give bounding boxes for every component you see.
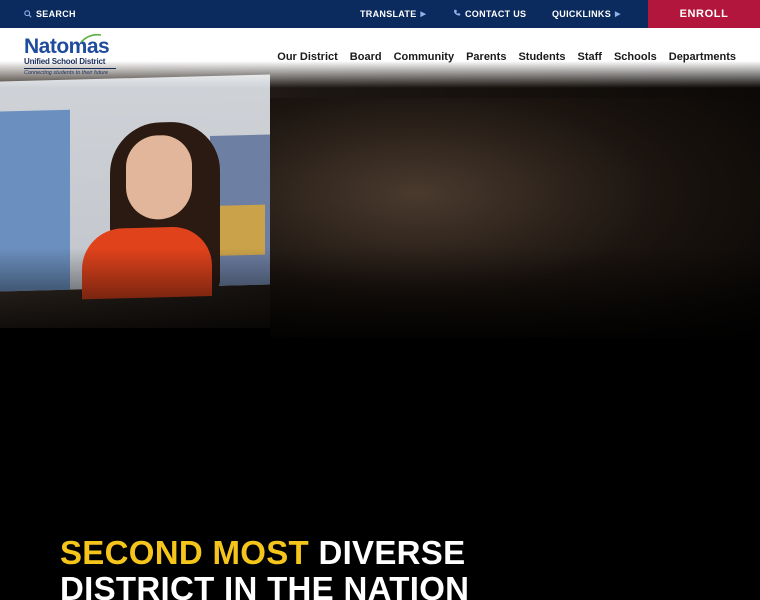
- caret-right-icon: ▶: [420, 11, 427, 18]
- translate-label: TRANSLATE: [360, 9, 417, 19]
- caret-right-icon: ▶: [615, 11, 621, 18]
- nav-our-district[interactable]: Our District: [277, 51, 338, 63]
- translate-link[interactable]: TRANSLATE ▶: [360, 9, 426, 19]
- main-nav: Our District Board Community Parents Stu…: [277, 51, 736, 63]
- headline-highlight: SECOND MOST: [60, 534, 309, 571]
- nav-schools[interactable]: Schools: [614, 51, 657, 63]
- logo-swoosh-icon: [80, 33, 102, 43]
- hero-headline: SECOND MOST DIVERSE DISTRICT IN THE NATI…: [60, 535, 740, 600]
- district-logo[interactable]: Natomas Unified School District Connecti…: [24, 33, 116, 84]
- nav-staff[interactable]: Staff: [578, 51, 602, 63]
- search-icon: [24, 10, 32, 18]
- student-face: [126, 134, 192, 221]
- nav-board[interactable]: Board: [350, 51, 382, 63]
- logo-subtitle: Unified School District: [24, 57, 106, 66]
- search-link[interactable]: SEARCH: [24, 9, 76, 19]
- quicklinks-label: QUICKLINKS: [552, 9, 611, 19]
- logo-name: Natomas: [24, 35, 110, 58]
- hero-fade: [0, 248, 760, 388]
- nav-community[interactable]: Community: [394, 51, 455, 63]
- nav-departments[interactable]: Departments: [669, 51, 736, 63]
- contact-us-label: CONTACT US: [465, 9, 527, 19]
- search-label: SEARCH: [36, 9, 76, 19]
- headline-rest: DIVERSE: [308, 534, 466, 571]
- hero-banner: [0, 28, 760, 600]
- headline-line2: DISTRICT IN THE NATION: [60, 570, 470, 600]
- logo-tagline: Connecting students to their future: [24, 68, 116, 77]
- site-header: Natomas Unified School District Connecti…: [0, 28, 760, 88]
- enroll-button[interactable]: ENROLL: [648, 0, 760, 28]
- utility-bar: SEARCH TRANSLATE ▶ CONTACT US QUICKLINKS…: [0, 0, 760, 28]
- nav-students[interactable]: Students: [518, 51, 565, 63]
- quicklinks-link[interactable]: QUICKLINKS ▶: [552, 9, 621, 19]
- phone-icon: [453, 9, 461, 19]
- nav-parents[interactable]: Parents: [466, 51, 506, 63]
- contact-us-link[interactable]: CONTACT US: [453, 9, 526, 19]
